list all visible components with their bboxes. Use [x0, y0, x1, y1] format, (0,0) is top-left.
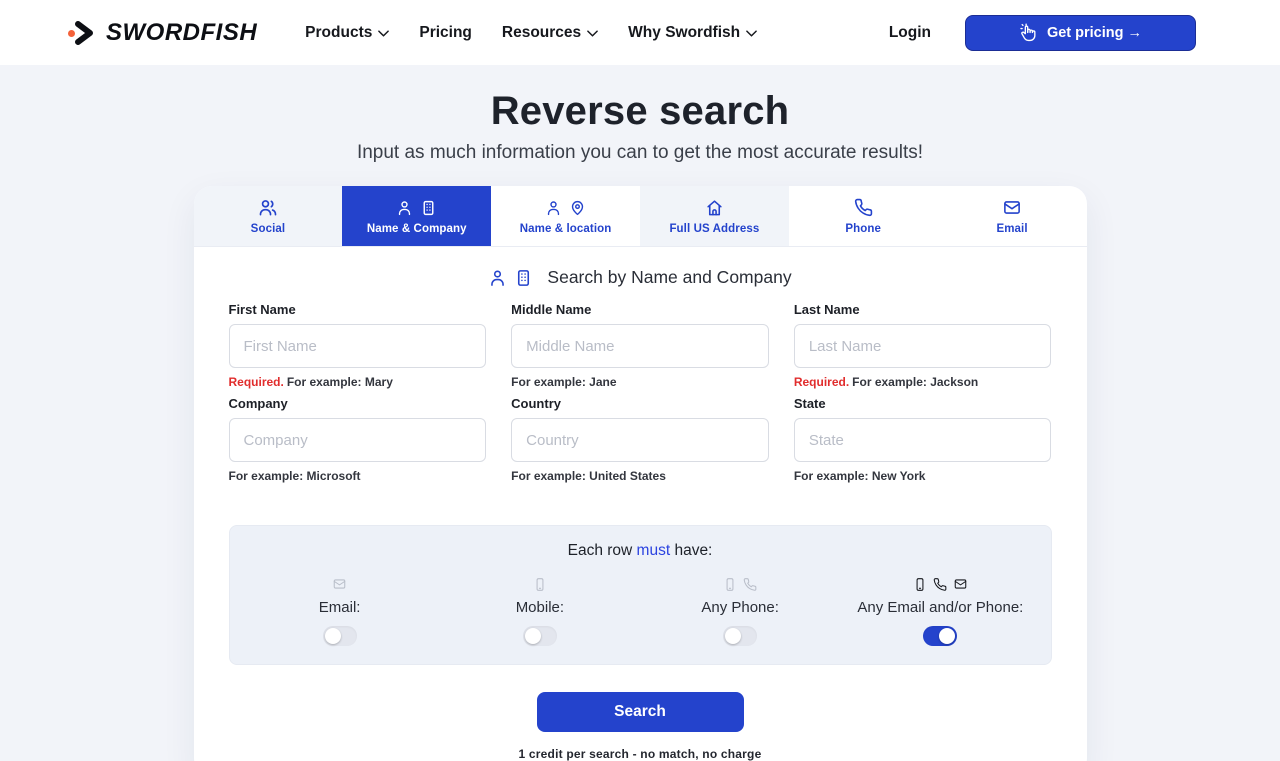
- field-hint: For example: New York: [794, 469, 1052, 483]
- people-icon: [258, 198, 278, 218]
- tab-social[interactable]: Social: [194, 186, 343, 246]
- brand-name: SWORDFISH: [106, 19, 257, 47]
- envelope-icon: [332, 577, 347, 591]
- any-email-or-phone-toggle[interactable]: [923, 626, 957, 646]
- search-button[interactable]: Search: [537, 692, 744, 732]
- mobile-toggle[interactable]: [523, 626, 557, 646]
- requirements-title: Each row must have:: [240, 542, 1041, 560]
- swordfish-logo[interactable]: SWORDFISH: [68, 18, 257, 48]
- get-pricing-button[interactable]: Get pricing →: [965, 15, 1196, 51]
- envelope-icon: [1002, 198, 1022, 217]
- required-marker: Required.: [229, 375, 284, 389]
- requirement-any-email-or-phone: Any Email and/or Phone:: [840, 575, 1040, 646]
- requirement-email: Email:: [240, 575, 440, 646]
- tab-name-and-company[interactable]: Name & Company: [342, 186, 491, 246]
- mobile-icon: [913, 577, 927, 592]
- reverse-search-card: Social Name & Company Name & location Fu…: [194, 186, 1087, 761]
- field-label: Country: [511, 396, 769, 411]
- page-title: Reverse search: [0, 89, 1280, 134]
- first-name-input[interactable]: [229, 324, 487, 368]
- nav-item-products[interactable]: Products: [305, 24, 389, 42]
- home-icon: [705, 198, 724, 217]
- hand-click-icon: [1019, 23, 1038, 42]
- field-label: Last Name: [794, 302, 1052, 317]
- country-input[interactable]: [511, 418, 769, 462]
- field-label: Company: [229, 396, 487, 411]
- nav-item-why-swordfish[interactable]: Why Swordfish: [628, 24, 757, 42]
- form-heading: Search by Name and Company: [229, 265, 1052, 302]
- phone-icon: [854, 198, 873, 217]
- person-icon: [488, 268, 507, 288]
- phone-icon: [743, 577, 757, 592]
- field-hint: Required.For example: Mary: [229, 375, 487, 389]
- chevron-down-icon: [746, 30, 757, 37]
- requirement-mobile: Mobile:: [440, 575, 640, 646]
- chevron-down-icon: [378, 30, 389, 37]
- nav-item-resources[interactable]: Resources: [502, 24, 598, 42]
- company-input[interactable]: [229, 418, 487, 462]
- credit-note: 1 credit per search - no match, no charg…: [194, 747, 1087, 761]
- middle-name-field: Middle Name For example: Jane: [511, 302, 769, 389]
- building-icon: [420, 199, 437, 217]
- state-field: State For example: New York: [794, 396, 1052, 483]
- last-name-field: Last Name Required.For example: Jackson: [794, 302, 1052, 389]
- field-hint: Required.For example: Jackson: [794, 375, 1052, 389]
- envelope-icon: [953, 577, 968, 591]
- company-field: Company For example: Microsoft: [229, 396, 487, 483]
- top-navigation: SWORDFISH Products Pricing Resources Why…: [0, 0, 1280, 65]
- field-hint: For example: Microsoft: [229, 469, 487, 483]
- any-phone-toggle[interactable]: [723, 626, 757, 646]
- field-label: Middle Name: [511, 302, 769, 317]
- mobile-icon: [723, 577, 737, 592]
- swordfish-logo-icon: [68, 18, 98, 48]
- main-nav: Products Pricing Resources Why Swordfish: [305, 24, 757, 42]
- must-highlight: must: [637, 542, 671, 559]
- nav-item-pricing[interactable]: Pricing: [419, 24, 472, 42]
- search-type-tabs: Social Name & Company Name & location Fu…: [194, 186, 1087, 247]
- phone-icon: [933, 577, 947, 592]
- page-subtitle: Input as much information you can to get…: [0, 142, 1280, 164]
- row-requirements-panel: Each row must have: Email: Mobile:: [229, 525, 1052, 665]
- chevron-down-icon: [587, 30, 598, 37]
- form-heading-text: Search by Name and Company: [547, 267, 791, 288]
- email-toggle[interactable]: [323, 626, 357, 646]
- mobile-icon: [533, 577, 547, 592]
- building-icon: [514, 268, 533, 288]
- state-input[interactable]: [794, 418, 1052, 462]
- required-marker: Required.: [794, 375, 849, 389]
- login-link[interactable]: Login: [889, 24, 931, 42]
- person-icon: [545, 199, 562, 217]
- requirement-any-phone: Any Phone:: [640, 575, 840, 646]
- tab-name-and-location[interactable]: Name & location: [491, 186, 640, 246]
- field-label: State: [794, 396, 1052, 411]
- hero-section: Reverse search Input as much information…: [0, 65, 1280, 164]
- search-form: Search by Name and Company First Name Re…: [194, 247, 1087, 499]
- field-label: First Name: [229, 302, 487, 317]
- field-hint: For example: Jane: [511, 375, 769, 389]
- country-field: Country For example: United States: [511, 396, 769, 483]
- middle-name-input[interactable]: [511, 324, 769, 368]
- first-name-field: First Name Required.For example: Mary: [229, 302, 487, 389]
- tab-phone[interactable]: Phone: [789, 186, 938, 246]
- tab-email[interactable]: Email: [938, 186, 1087, 246]
- field-hint: For example: United States: [511, 469, 769, 483]
- last-name-input[interactable]: [794, 324, 1052, 368]
- tab-full-us-address[interactable]: Full US Address: [640, 186, 789, 246]
- location-pin-icon: [569, 199, 586, 217]
- person-icon: [396, 199, 413, 217]
